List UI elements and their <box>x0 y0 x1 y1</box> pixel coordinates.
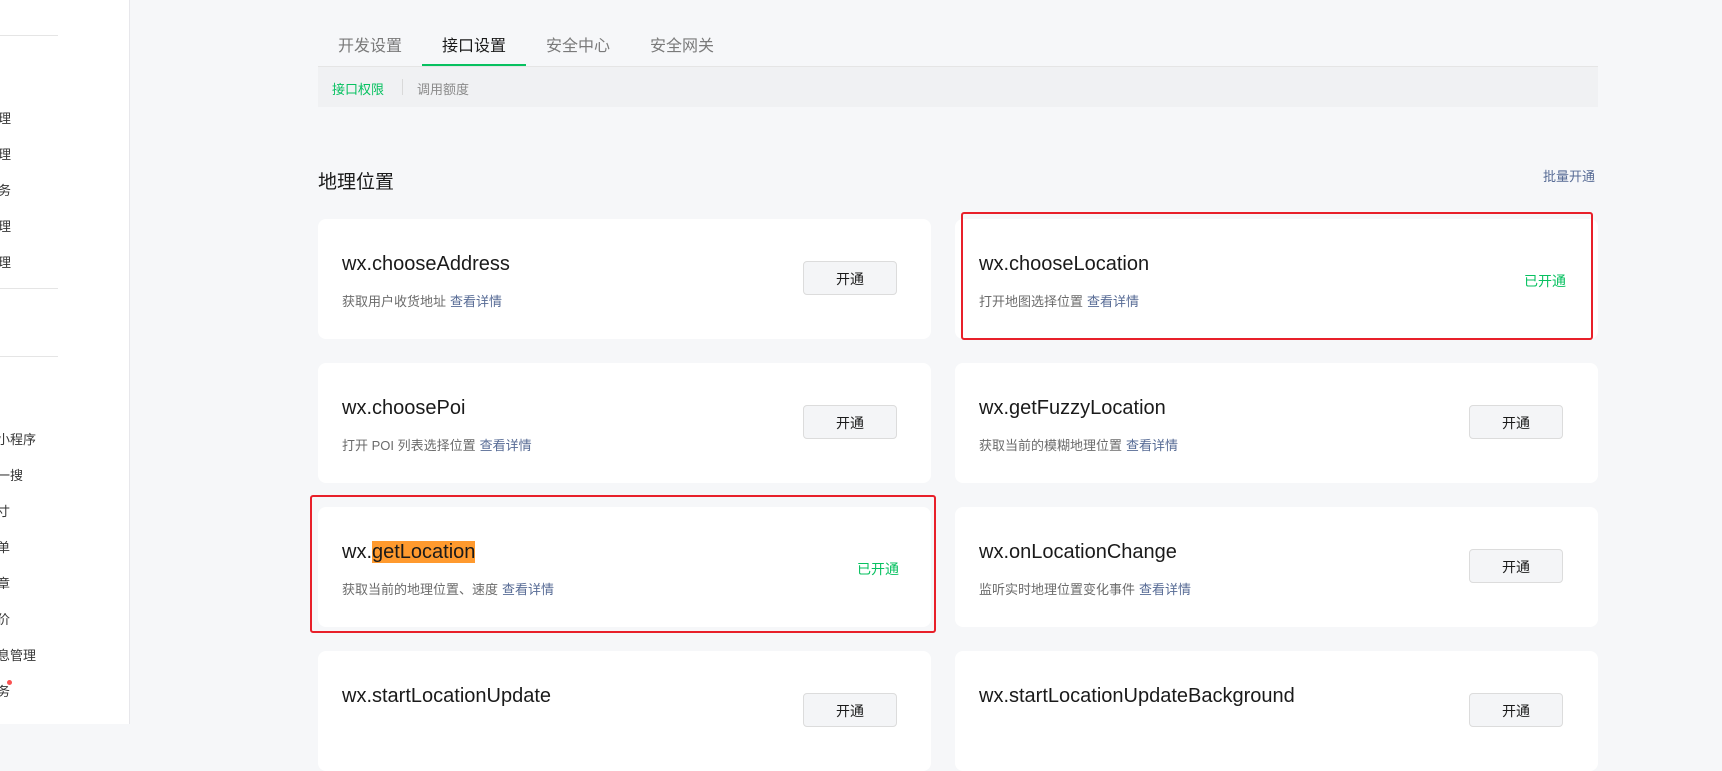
api-card-startLocationUpdateBackground: wx.startLocationUpdateBackground 开通 <box>955 651 1598 771</box>
tab-api-settings[interactable]: 接口设置 <box>442 32 506 56</box>
api-card-startLocationUpdate: wx.startLocationUpdate 开通 <box>318 651 931 771</box>
api-card-choosePoi: wx.choosePoi 打开 POI 列表选择位置 查看详情 开通 <box>318 363 931 483</box>
enable-button[interactable]: 开通 <box>803 693 897 727</box>
api-name: wx.getLocation <box>342 541 476 563</box>
enable-button[interactable]: 开通 <box>803 261 897 295</box>
sidebar-item[interactable]: 务 <box>0 680 12 701</box>
details-link[interactable]: 查看详情 <box>1139 582 1191 597</box>
api-description: 监听实时地理位置变化事件 查看详情 <box>979 582 1192 597</box>
details-link[interactable]: 查看详情 <box>1126 438 1178 453</box>
enable-button[interactable]: 开通 <box>1469 693 1563 727</box>
enable-button[interactable]: 开通 <box>1469 405 1563 439</box>
batch-enable-link[interactable]: 批量开通 <box>1543 166 1595 185</box>
tab-security-center[interactable]: 安全中心 <box>546 32 610 56</box>
api-card-chooseAddress: wx.chooseAddress 获取用户收货地址 查看详情 开通 <box>318 219 931 339</box>
api-description: 打开地图选择位置 查看详情 <box>979 294 1140 309</box>
api-name: wx.startLocationUpdateBackground <box>979 685 1295 707</box>
details-link[interactable]: 查看详情 <box>480 438 532 453</box>
subtab-api-permissions[interactable]: 接口权限 <box>332 79 384 98</box>
enable-button[interactable]: 开通 <box>803 405 897 439</box>
enabled-status: 已开通 <box>857 561 899 577</box>
sidebar-divider <box>0 356 58 357</box>
details-link[interactable]: 查看详情 <box>450 294 502 309</box>
sidebar-item[interactable]: 寸 <box>0 503 10 521</box>
sidebar-item[interactable]: 理 <box>0 146 11 164</box>
api-description: 获取当前的地理位置、速度 查看详情 <box>342 582 555 597</box>
api-card-getLocation: wx.getLocation 获取当前的地理位置、速度 查看详情 已开通 <box>318 507 931 627</box>
enabled-status: 已开通 <box>1524 273 1566 289</box>
api-name: wx.chooseLocation <box>979 253 1150 275</box>
sidebar-divider <box>0 288 58 289</box>
api-name: wx.onLocationChange <box>979 541 1177 563</box>
api-description: 获取用户收货地址 查看详情 <box>342 294 503 309</box>
api-name: wx.chooseAddress <box>342 253 510 275</box>
tab-dev-settings[interactable]: 开发设置 <box>338 32 402 56</box>
api-description: 打开 POI 列表选择位置 查看详情 <box>342 438 532 453</box>
api-name: wx.choosePoi <box>342 397 466 419</box>
api-name: wx.startLocationUpdate <box>342 685 552 707</box>
sidebar-item[interactable]: 务 <box>0 182 11 200</box>
details-link[interactable]: 查看详情 <box>502 582 554 597</box>
sidebar-item[interactable]: 一搜 <box>0 467 23 485</box>
sidebar: 理 理 务 理 理 小程序 一搜 寸 单 章 价 息管理 务 <box>0 0 130 724</box>
api-card-getFuzzyLocation: wx.getFuzzyLocation 获取当前的模糊地理位置 查看详情 开通 <box>955 363 1598 483</box>
api-card-chooseLocation: wx.chooseLocation 打开地图选择位置 查看详情 已开通 <box>955 219 1598 339</box>
sidebar-item[interactable]: 单 <box>0 539 10 557</box>
api-card-onLocationChange: wx.onLocationChange 监听实时地理位置变化事件 查看详情 开通 <box>955 507 1598 627</box>
subtab-separator <box>402 79 403 95</box>
notification-dot <box>7 680 12 685</box>
section-title: 地理位置 <box>318 172 395 193</box>
api-description: 获取当前的模糊地理位置 查看详情 <box>979 438 1179 453</box>
sub-tabs: 接口权限 调用额度 <box>318 67 1598 107</box>
tab-security-gateway[interactable]: 安全网关 <box>650 32 714 56</box>
top-tabs: 开发设置 接口设置 安全中心 安全网关 <box>318 0 1598 67</box>
sidebar-item[interactable]: 息管理 <box>0 647 36 665</box>
sidebar-divider <box>0 35 58 36</box>
subtab-call-quota[interactable]: 调用额度 <box>417 79 469 98</box>
api-name: wx.getFuzzyLocation <box>979 397 1166 419</box>
search-highlight: getLocation <box>372 541 476 563</box>
sidebar-item[interactable]: 章 <box>0 575 10 593</box>
sidebar-item[interactable]: 价 <box>0 611 10 629</box>
details-link[interactable]: 查看详情 <box>1087 294 1139 309</box>
sidebar-item[interactable]: 理 <box>0 218 11 236</box>
sidebar-item[interactable]: 小程序 <box>0 431 36 449</box>
sidebar-item[interactable]: 理 <box>0 110 11 128</box>
sidebar-item[interactable]: 理 <box>0 254 11 272</box>
enable-button[interactable]: 开通 <box>1469 549 1563 583</box>
